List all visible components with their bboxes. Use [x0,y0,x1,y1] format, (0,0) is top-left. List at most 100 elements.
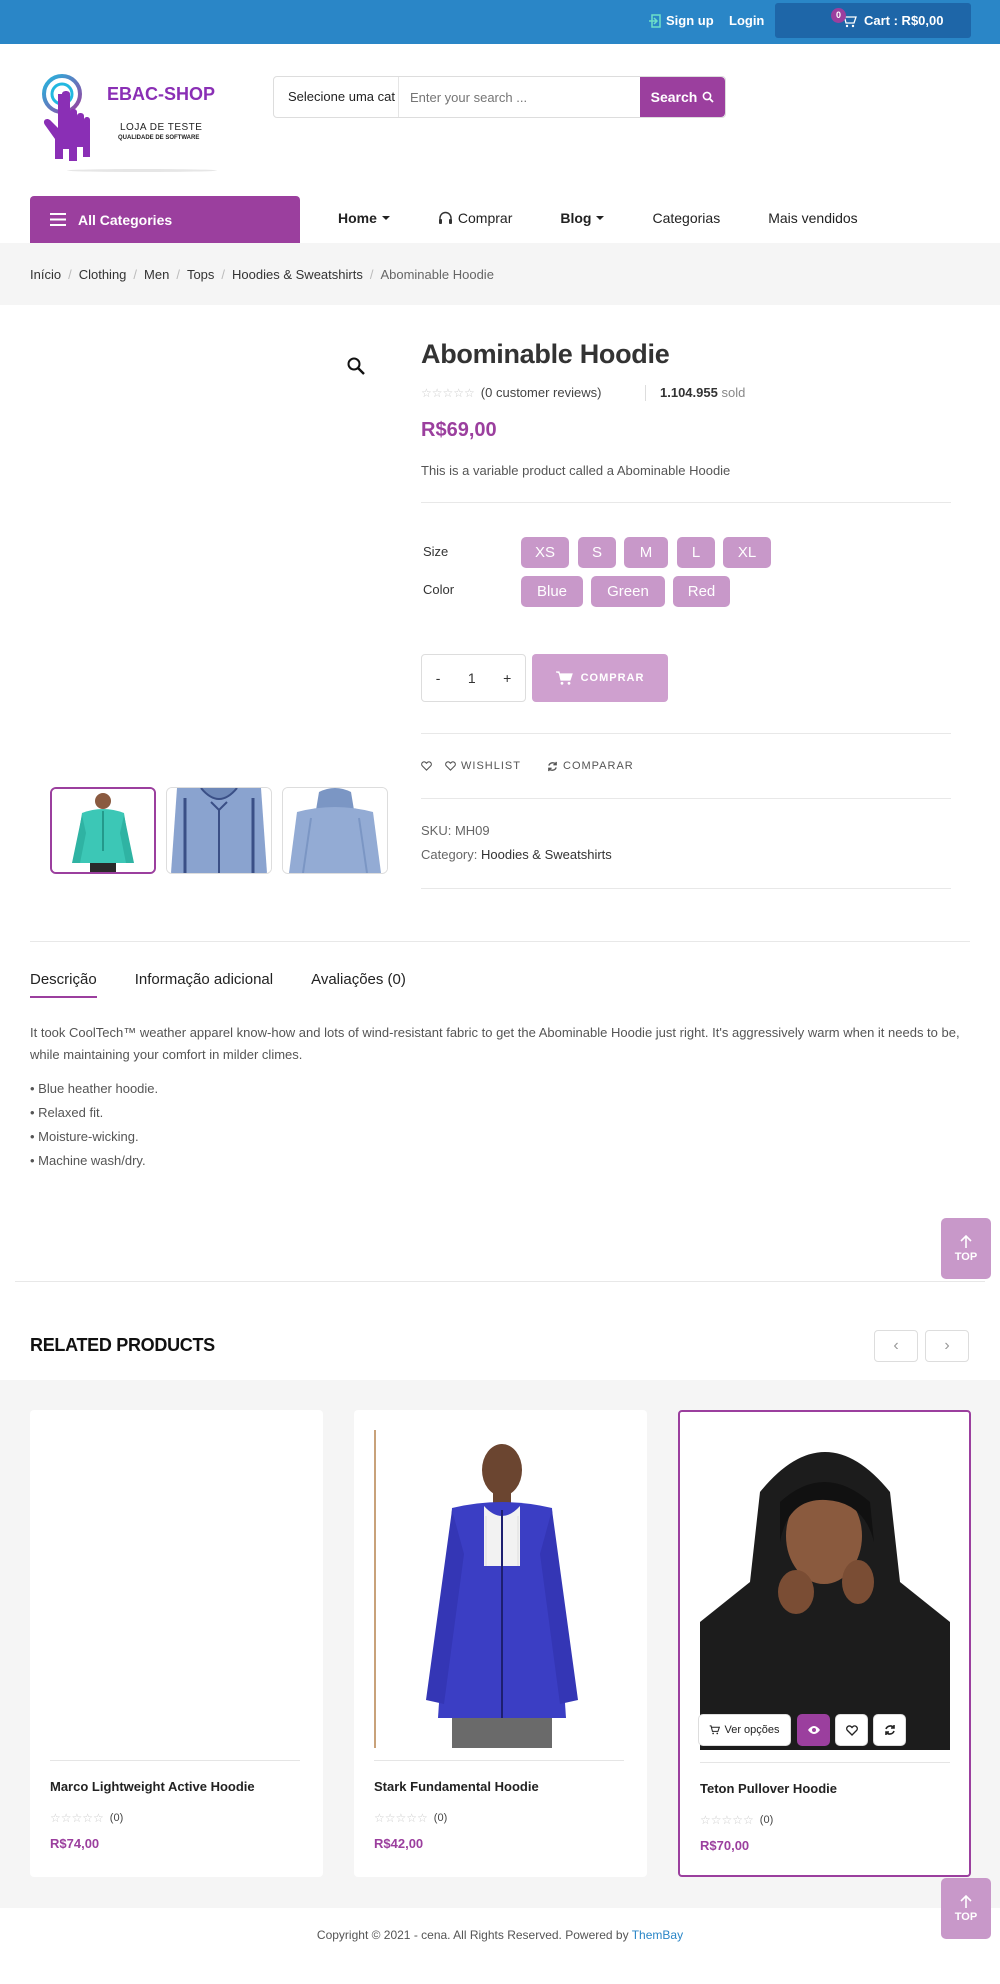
back-to-top-label: TOP [954,1250,978,1263]
product-card[interactable]: Marco Lightweight Active Hoodie ☆☆☆☆☆ (0)… [30,1410,323,1877]
product-name[interactable]: Teton Pullover Hoodie [700,1781,837,1796]
cart-button[interactable]: 0 Cart : R$0,00 [775,3,971,38]
color-swatch-red[interactable]: Red [673,576,730,607]
qty-plus-button[interactable]: + [503,670,511,686]
headset-icon [438,211,452,224]
breadcrumb-men[interactable]: Men [144,267,169,282]
gallery-thumb-1[interactable] [50,787,156,874]
rating-stars-icon: ☆☆☆☆☆ [421,385,475,400]
tab-descricao[interactable]: Descrição [30,971,97,998]
size-swatch-s[interactable]: S [578,537,616,568]
compare-button[interactable] [873,1714,906,1746]
qty-input[interactable]: 1 [468,670,476,686]
back-to-top-button[interactable]: TOP [941,1218,991,1279]
search-button[interactable]: Search [640,77,725,117]
nav-item-categorias[interactable]: Categorias [652,210,720,226]
quick-view-button[interactable] [797,1714,830,1746]
size-swatch-xl[interactable]: XL [723,537,771,568]
footer-brand-link[interactable]: ThemBay [632,1928,683,1942]
arrow-up-icon [960,1894,972,1908]
view-options-label: Ver opções [724,1724,780,1736]
search-category-select[interactable]: Selecione uma cat [274,77,399,117]
breadcrumb-tops[interactable]: Tops [187,267,214,282]
breadcrumb-clothing[interactable]: Clothing [79,267,127,282]
nav-item-comprar[interactable]: Comprar [438,210,512,226]
cart-icon [710,1725,721,1735]
chevron-left-icon: ‹ [893,1337,899,1354]
tab-informacao-adicional[interactable]: Informação adicional [135,971,273,998]
description-bullet: • Relaxed fit. [30,1105,104,1120]
nav-item-mais-vendidos[interactable]: Mais vendidos [768,210,858,226]
nav-item-home[interactable]: Home [338,210,390,226]
gallery-thumb-2[interactable] [166,787,272,874]
category-link[interactable]: Hoodies & Sweatshirts [481,847,612,862]
quantity-stepper: - 1 + [421,654,526,702]
size-swatch-l[interactable]: L [677,537,715,568]
gallery-thumb-3[interactable] [282,787,388,874]
all-categories-button[interactable]: All Categories [30,196,300,243]
product-name[interactable]: Marco Lightweight Active Hoodie [50,1779,255,1794]
search-input[interactable] [399,77,640,117]
tab-avaliacoes[interactable]: Avaliações (0) [311,971,406,998]
add-to-cart-button[interactable]: COMPRAR [532,654,668,702]
divider [421,733,951,734]
product-price: R$69,00 [421,419,497,441]
blue-zip-hoodie-image [374,1430,624,1748]
product-image[interactable] [50,1430,300,1748]
product-category: Category: Hoodies & Sweatshirts [421,847,612,862]
product-name[interactable]: Stark Fundamental Hoodie [374,1779,539,1794]
breadcrumb-hoodies[interactable]: Hoodies & Sweatshirts [232,267,363,282]
carousel-prev-button[interactable]: ‹ [874,1330,918,1362]
signup-link[interactable]: Sign up [648,13,714,28]
compare-action[interactable]: COMPARAR [547,760,634,772]
cart-label: Cart : R$0,00 [864,13,944,28]
breadcrumb-inicio[interactable]: Início [30,267,61,282]
qty-minus-button[interactable]: - [436,670,441,686]
description-text: It took CoolTech™ weather apparel know-h… [30,1025,960,1062]
breadcrumb: Início / Clothing / Men / Tops / Hoodies & S… [30,267,494,282]
product-card[interactable]: Stark Fundamental Hoodie ☆☆☆☆☆ (0) R$42,0… [354,1410,647,1877]
product-card[interactable]: Ver opções Teton Pullover Hoodie ☆☆☆☆☆ (0… [678,1410,971,1877]
nav-mais-vendidos-label: Mais vendidos [768,210,858,226]
divider [645,385,646,401]
heart-icon [421,761,432,771]
login-link[interactable]: Login [729,13,764,28]
caret-down-icon [596,216,605,220]
black-pullover-hoodie-image [700,1432,950,1750]
nav-blog-label: Blog [560,210,592,226]
related-products-title: RELATED PRODUCTS [30,1335,215,1355]
refresh-icon [884,1725,895,1735]
product-rating: ☆☆☆☆☆ (0) [700,1813,773,1827]
rating-stars-icon: ☆☆☆☆☆ [374,1811,428,1825]
product-price: R$42,00 [374,1836,424,1851]
all-categories-label: All Categories [78,211,173,228]
nav-item-blog[interactable]: Blog [560,210,605,226]
size-swatch-m[interactable]: M [624,537,668,568]
product-image[interactable] [700,1432,950,1750]
reviews-link[interactable]: (0 customer reviews) [481,385,602,400]
heart-icon [845,1724,858,1736]
logo-hand-icon [42,74,90,161]
sold-count: 1.104.955 sold [660,385,745,400]
divider [700,1762,950,1763]
carousel-next-button[interactable]: › [925,1330,969,1362]
color-swatch-green[interactable]: Green [591,576,665,607]
eye-icon [807,1726,820,1734]
breadcrumb-bar: Início / Clothing / Men / Tops / Hoodies & S… [0,243,1000,305]
product-image[interactable] [374,1430,624,1748]
add-to-wishlist-button[interactable] [835,1714,868,1746]
view-options-button[interactable]: Ver opções [698,1714,791,1746]
arrow-up-icon [960,1234,972,1248]
description-bullet: • Moisture-wicking. [30,1129,139,1144]
rating-stars-icon: ☆☆☆☆☆ [700,1813,754,1827]
color-swatch-blue[interactable]: Blue [521,576,583,607]
site-logo[interactable]: EBAC-SHOP LOJA DE TESTE QUALIDADE DE SOF… [42,68,222,178]
sku-value: MH09 [454,823,490,838]
zoom-button[interactable] [346,356,370,380]
caret-down-icon [381,216,390,220]
review-count: (0) [109,1812,124,1824]
add-to-cart-label: COMPRAR [580,672,645,684]
product-sku: SKU: MH09 [421,823,490,838]
wishlist-action[interactable]: WISHLIST [421,760,521,772]
size-swatch-xs[interactable]: XS [521,537,569,568]
